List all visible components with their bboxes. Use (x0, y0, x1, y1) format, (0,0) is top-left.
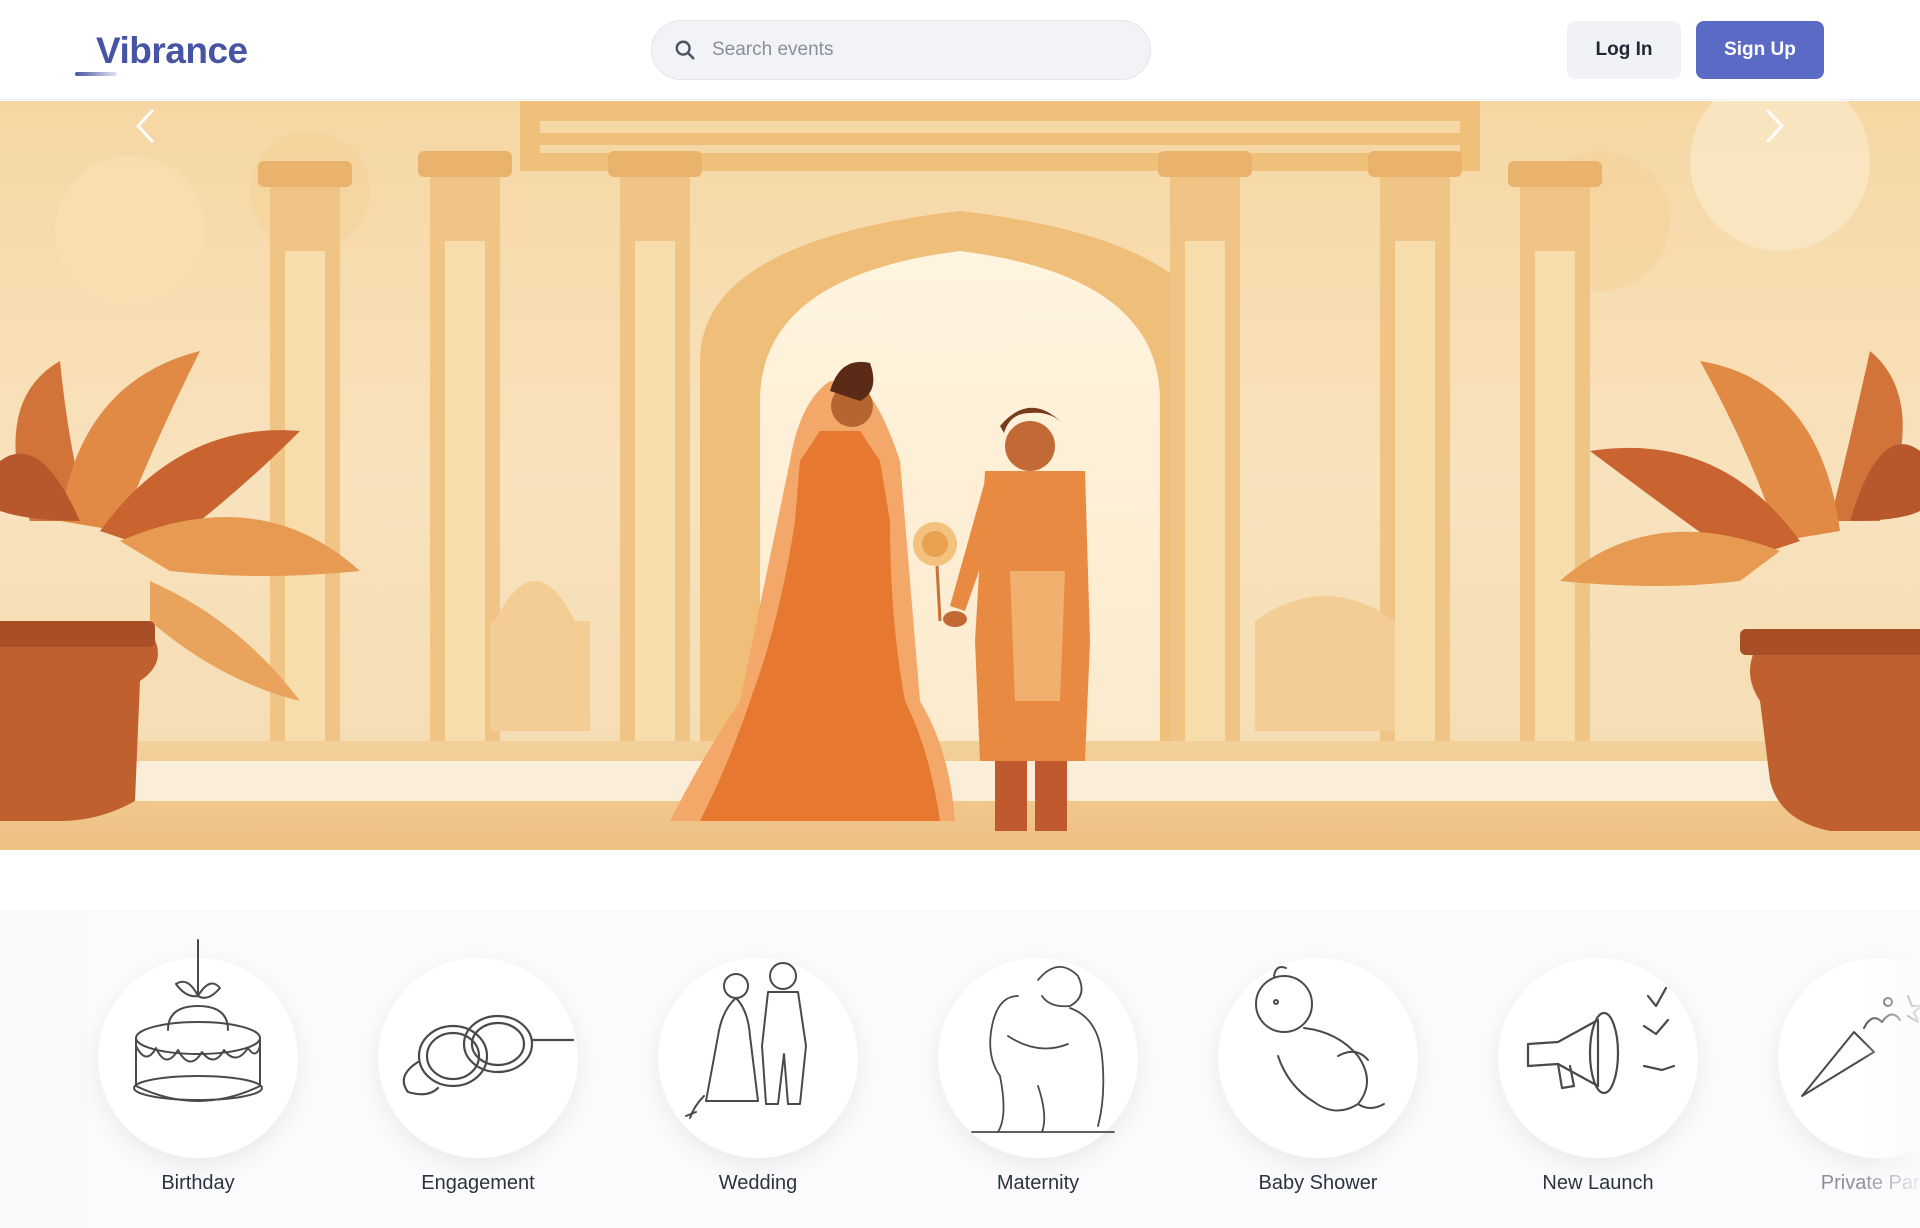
category-label: New Launch (1542, 1172, 1654, 1194)
search-bar[interactable] (651, 20, 1151, 80)
couple-icon (685, 962, 807, 1119)
category-label: Wedding (718, 1172, 798, 1194)
category-label: Maternity (996, 1172, 1080, 1194)
maternity-icon (971, 966, 1115, 1133)
category-label: Engagement (421, 1172, 535, 1194)
category-circle[interactable] (658, 958, 858, 1158)
category-label: Baby Shower (1258, 1172, 1378, 1194)
chevron-left-icon[interactable] (120, 101, 170, 151)
category-carousel: Birthday Engagement Wedding Maternity Ba… (0, 910, 1920, 1228)
category-label: Birthday (161, 1172, 235, 1194)
signup-button[interactable]: Sign Up (1696, 21, 1824, 79)
category-circle[interactable] (938, 958, 1138, 1158)
brand-logo[interactable]: Vibrance (96, 30, 248, 72)
cake-icon (133, 939, 263, 1102)
megaphone-icon (1526, 986, 1676, 1095)
event-categories: Birthday Engagement Wedding Maternity Ba… (0, 850, 1920, 1228)
category-circle[interactable] (1498, 958, 1698, 1158)
hero-illustration (0, 101, 1920, 850)
login-button[interactable]: Log In (1567, 21, 1681, 79)
search-icon (675, 40, 695, 60)
logo-underline (75, 72, 117, 76)
rings-icon (402, 1014, 575, 1096)
hero-carousel (0, 101, 1920, 850)
category-circle[interactable] (378, 958, 578, 1158)
category-track: Birthday Engagement Wedding Maternity Ba… (88, 910, 1920, 1228)
search-input[interactable] (712, 39, 1112, 61)
top-nav: Vibrance Log In Sign Up (0, 0, 1920, 100)
category-circle[interactable] (1218, 958, 1418, 1158)
category-circle[interactable] (98, 939, 298, 1158)
carousel-fade (1860, 910, 1920, 1228)
baby-icon (1255, 966, 1385, 1112)
chevron-right-icon[interactable] (1750, 101, 1800, 151)
